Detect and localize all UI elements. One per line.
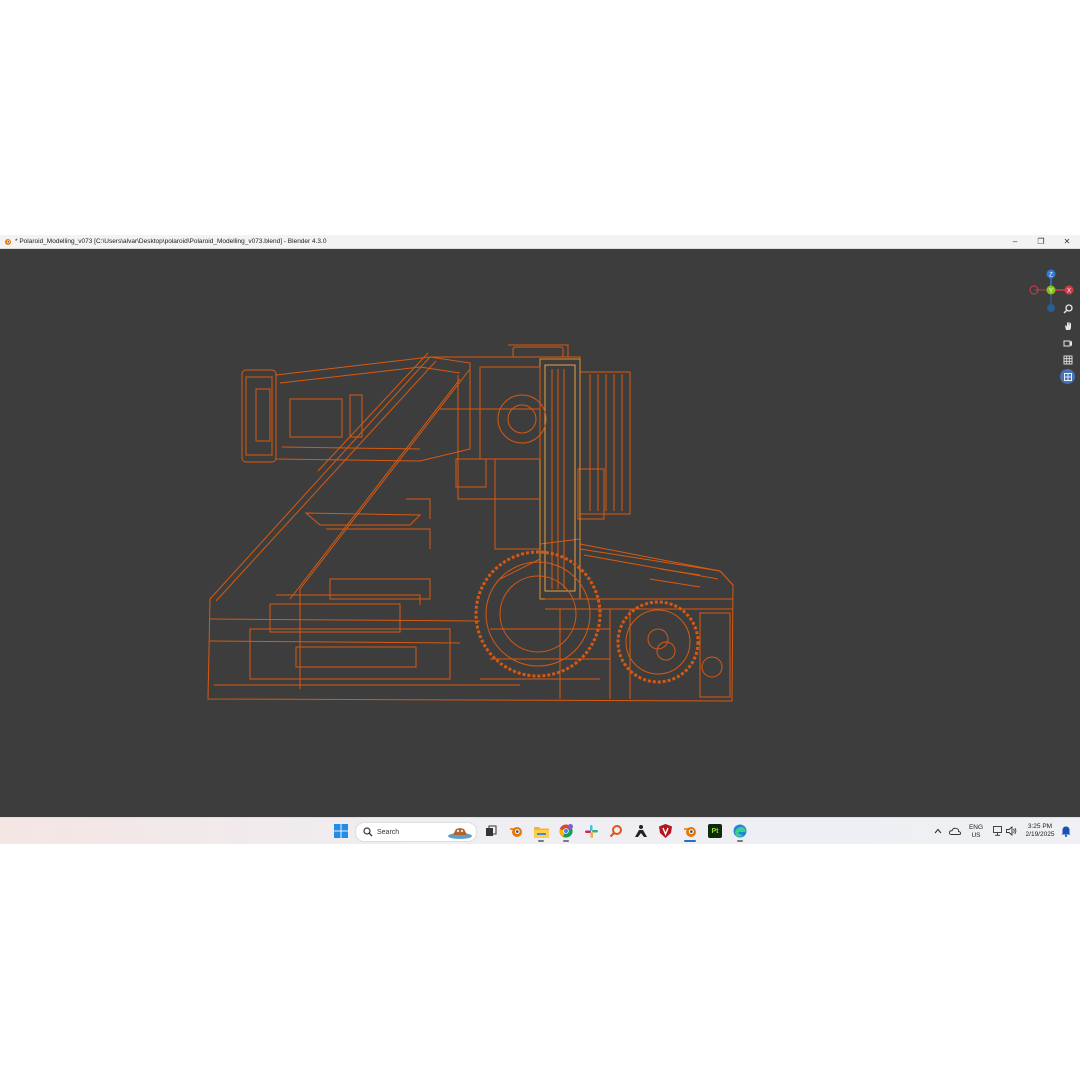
windows-taskbar: Search Pt ENG US 3:25 PM 2/19/2025: [0, 817, 1080, 844]
maximize-button[interactable]: ❐: [1028, 235, 1054, 248]
app-shield-icon: [658, 824, 672, 838]
clock-time: 3:25 PM: [1027, 823, 1053, 830]
blender-active-icon: [684, 827, 696, 837]
3d-viewport[interactable]: Z X Y: [0, 249, 1080, 817]
chrome-running-indicator: [563, 840, 569, 842]
onedrive-button[interactable]: [947, 823, 963, 839]
clock[interactable]: 3:25 PM 2/19/2025: [1021, 823, 1059, 839]
blender-active-button[interactable]: [682, 823, 698, 839]
slack-button[interactable]: [583, 823, 599, 839]
volume-button[interactable]: [1003, 823, 1019, 839]
windows-start-icon: [334, 824, 348, 838]
toggle-view-button[interactable]: [1060, 369, 1075, 384]
notifications-button[interactable]: [1058, 823, 1074, 839]
camera-view-button[interactable]: [1060, 335, 1075, 350]
search-highlight-icon: [448, 828, 472, 839]
task-view-icon: [486, 825, 497, 836]
zoom-button[interactable]: [1060, 301, 1075, 316]
close-button[interactable]: ✕: [1054, 235, 1080, 248]
cloud-icon: [949, 827, 961, 835]
explorer-running-indicator: [538, 840, 544, 842]
speaker-icon: [1005, 826, 1016, 836]
gizmo-y-label: Y: [1049, 289, 1053, 295]
taskbar-search-box[interactable]: Search: [355, 822, 477, 842]
gizmo-x-label: X: [1067, 289, 1071, 295]
search-placeholder: Search: [377, 828, 400, 836]
slack-icon: [584, 824, 598, 838]
network-icon: [992, 826, 1002, 836]
minimize-button[interactable]: –: [1002, 235, 1028, 248]
polaroid-wireframe-model: [207, 344, 734, 702]
pan-hand-icon: [1064, 321, 1071, 330]
language-line1: ENG: [968, 824, 984, 831]
tray-overflow-button[interactable]: [930, 823, 946, 839]
chevron-up-icon: [934, 828, 942, 834]
search-app-icon: [609, 825, 622, 838]
pan-button[interactable]: [1060, 318, 1075, 333]
language-line2: US: [971, 832, 981, 839]
file-explorer-icon: [533, 826, 549, 838]
blender-active-indicator: [684, 840, 696, 842]
blender-taskbar-button[interactable]: [508, 823, 524, 839]
camera-view-icon: [1063, 340, 1072, 346]
grid-view-icon: [1063, 355, 1072, 364]
edge-running-indicator: [737, 840, 743, 842]
zbrush-button[interactable]: [633, 823, 649, 839]
clock-date: 2/19/2025: [1025, 831, 1055, 838]
chrome-icon: [559, 824, 573, 838]
gizmo-neg-z-axis[interactable]: [1047, 304, 1055, 312]
task-view-button[interactable]: [483, 823, 499, 839]
photoshop-pt-button[interactable]: Pt: [707, 823, 723, 839]
search-app-button[interactable]: [608, 823, 624, 839]
edge-icon: [733, 824, 747, 838]
search-icon: [363, 827, 373, 837]
perspective-toggle-button[interactable]: [1060, 352, 1075, 367]
zbrush-icon: [635, 825, 647, 837]
file-explorer-button[interactable]: [533, 823, 549, 839]
start-button[interactable]: [333, 823, 349, 839]
gizmo-z-label: Z: [1049, 273, 1053, 279]
chrome-button[interactable]: [558, 823, 574, 839]
toggle-view-icon: [1063, 372, 1072, 381]
blender-window: * Polaroid_Modelling_v073 [C:\Users\alva…: [0, 235, 1080, 817]
bell-icon: [1061, 826, 1071, 837]
title-bar[interactable]: * Polaroid_Modelling_v073 [C:\Users\alva…: [0, 235, 1080, 249]
blender-logo-icon: [4, 238, 11, 245]
edge-button[interactable]: [732, 823, 748, 839]
pt-label: Pt: [711, 827, 719, 835]
window-title: * Polaroid_Modelling_v073 [C:\Users\alva…: [15, 238, 327, 245]
blender-icon: [510, 827, 522, 837]
photoshop-pt-icon: Pt: [708, 824, 722, 838]
language-indicator[interactable]: ENG US: [965, 824, 987, 840]
zoom-icon: [1063, 303, 1073, 313]
shield-app-button[interactable]: [657, 823, 673, 839]
